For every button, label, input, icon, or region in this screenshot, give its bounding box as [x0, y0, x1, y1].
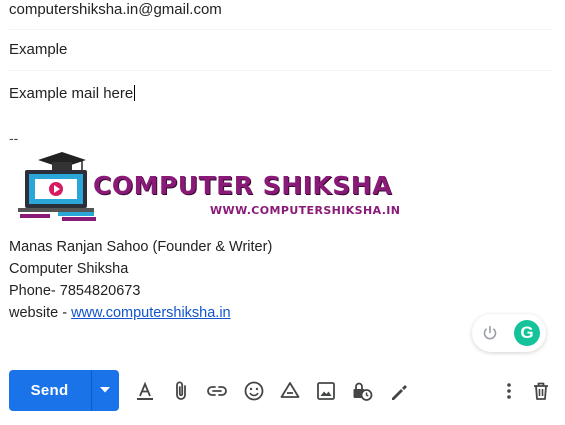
signature-separator: --	[9, 130, 19, 146]
google-drive-icon[interactable]	[278, 379, 302, 403]
signature-name: Manas Ranjan Sahoo (Founder & Writer)	[9, 239, 273, 255]
message-body[interactable]: Example mail here	[9, 84, 553, 104]
logo-title: COMPUTER SHIKSHA	[93, 171, 393, 200]
grammarly-icon[interactable]: G	[514, 320, 540, 346]
subject-field[interactable]: Example	[9, 30, 553, 71]
insert-emoji-icon[interactable]	[242, 379, 266, 403]
send-button-group: Send	[9, 370, 119, 411]
to-field[interactable]: computershiksha.in@gmail.com	[9, 0, 553, 30]
power-icon[interactable]	[481, 324, 499, 342]
signature-details: Manas Ranjan Sahoo (Founder & Writer) Co…	[9, 236, 272, 324]
attach-files-icon[interactable]	[169, 379, 193, 403]
send-button[interactable]: Send	[9, 370, 90, 411]
chevron-down-icon	[100, 387, 110, 393]
formatting-options-icon[interactable]	[133, 379, 157, 403]
signature-phone: Phone- 7854820673	[9, 283, 141, 299]
body-text: Example mail here	[9, 85, 134, 102]
signature-website: website - www.computershiksha.in	[9, 302, 272, 324]
signature-company: Computer Shiksha	[9, 261, 129, 277]
website-link[interactable]: www.computershiksha.in	[71, 305, 231, 321]
insert-photo-icon[interactable]	[314, 379, 338, 403]
website-prefix: website -	[9, 305, 72, 321]
grammarly-widget[interactable]: G	[472, 314, 546, 352]
signature-icon[interactable]	[387, 379, 411, 403]
more-options-icon[interactable]	[497, 379, 521, 403]
confidential-mode-icon[interactable]	[350, 379, 374, 403]
compose-toolbar: Send	[9, 370, 557, 411]
logo-url: WWW.COMPUTERSHIKSHA.IN	[210, 204, 401, 217]
more-send-options-button[interactable]	[92, 370, 119, 411]
text-caret	[134, 85, 136, 101]
insert-link-icon[interactable]	[205, 379, 229, 403]
discard-draft-icon[interactable]	[529, 379, 553, 403]
